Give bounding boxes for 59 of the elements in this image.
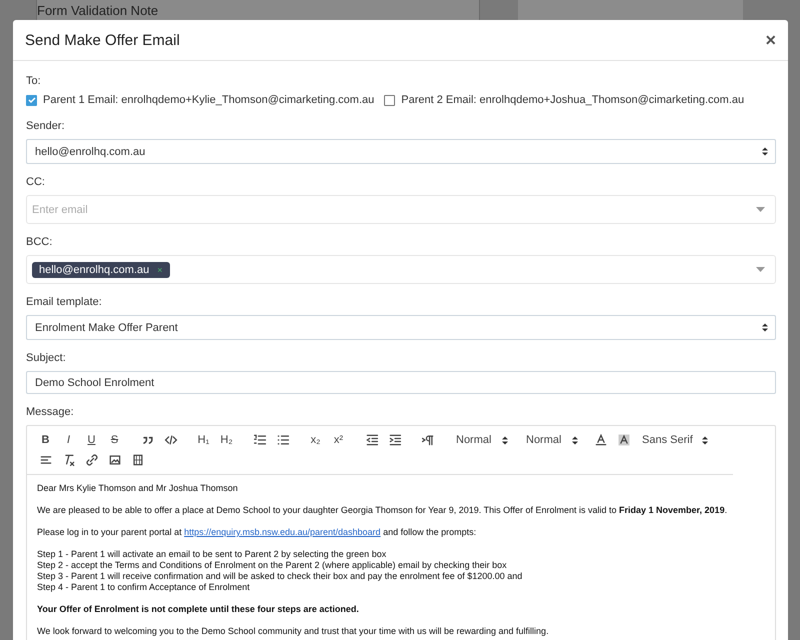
- format-button[interactable]: x₂: [305, 432, 326, 448]
- indent-icon[interactable]: [388, 433, 402, 447]
- field-label: Email template:: [26, 296, 103, 308]
- step-line: Step 3 - Parent 1 will receive confirmation and will be asked to check their box and pay the enrolment fee of $1200.00 and: [37, 571, 522, 581]
- dropdown-caret-icon[interactable]: [756, 207, 765, 212]
- close-button[interactable]: ×: [765, 30, 776, 50]
- sender-select[interactable]: hello@enrolhq.com.au: [26, 139, 776, 164]
- dropdown-caret-icon[interactable]: [756, 267, 765, 272]
- field-label: Sender:: [26, 120, 66, 132]
- message-paragraph: Your Offer of Enrolment is not complete until these four steps are actioned.: [37, 604, 360, 615]
- bullet-list-icon[interactable]: [276, 433, 290, 447]
- message-paragraph: Please log in to your parent portal at https://enquiry.msb.nsw.edu.au/parent/dashboard and follow the prompts:: [37, 527, 478, 538]
- highlight-icon[interactable]: [616, 433, 630, 447]
- message-editor[interactable]: [26, 425, 776, 640]
- format-button[interactable]: I: [58, 432, 79, 448]
- format-button[interactable]: x²: [328, 432, 349, 448]
- text-color-icon[interactable]: [594, 433, 608, 447]
- format-button[interactable]: H₂: [216, 432, 237, 448]
- recipient-label: Parent 2 Email: enrolhqdemo+Joshua_Thomson@cimarketing.com.au: [401, 94, 744, 106]
- up-down-caret-icon: [502, 436, 508, 444]
- field-label: CC:: [26, 176, 46, 188]
- message-paragraph: We look forward to welcoming you to the Demo School community and trust that your time with us will be rewarding and fulfilling.: [37, 626, 550, 637]
- message-paragraph: We are pleased to be able to offer a place at Demo School to your daughter Georgia Thomson for Year 9, 2019. This Offer of Enrolment is valid to Friday 1 November, 2019.: [37, 505, 728, 516]
- checkbox[interactable]: [26, 94, 37, 106]
- format-picker[interactable]: Normal: [450, 432, 514, 448]
- numbered-list-icon[interactable]: [252, 433, 266, 447]
- field-label: Message:: [26, 406, 75, 418]
- up-down-caret-icon: [762, 147, 768, 156]
- format-button[interactable]: S: [104, 432, 125, 448]
- step-line: Step 1 - Parent 1 will activate an email to be sent to Parent 2 by selecting the green box: [37, 549, 386, 559]
- checkbox[interactable]: [384, 94, 396, 106]
- field-label: BCC:: [26, 236, 54, 248]
- up-down-caret-icon: [762, 323, 768, 332]
- step-line: Step 2 - accept the Terms and Conditions of Enrolment on the Parent 2 (where applicable) email by checking their box: [37, 560, 507, 570]
- outdent-icon[interactable]: [364, 433, 378, 447]
- format-button[interactable]: H₁: [193, 432, 214, 448]
- step-line: Step 4 - Parent 1 to confirm Acceptance of Enrolment: [37, 582, 250, 592]
- background-heading: Form Validation Note: [37, 3, 158, 18]
- format-button[interactable]: U: [81, 432, 102, 448]
- image-icon[interactable]: [108, 453, 122, 467]
- subject-field[interactable]: Demo School Enrolment: [26, 371, 776, 394]
- recipient-label: Parent 1 Email: enrolhqdemo+Kylie_Thomson@cimarketing.com.au: [43, 94, 374, 106]
- template-select[interactable]: Enrolment Make Offer Parent: [26, 315, 776, 340]
- paragraph-direction-icon[interactable]: [420, 433, 434, 447]
- message-paragraph: Dear Mrs Kylie Thomson and Mr Joshua Thomson: [37, 483, 239, 494]
- dialog-title: Send Make Offer Email: [25, 32, 180, 48]
- bcc-field[interactable]: hello@enrolhq.com.au ×: [26, 255, 776, 284]
- format-picker[interactable]: Sans Serif: [636, 432, 714, 448]
- field-label: To:: [26, 75, 42, 87]
- format-picker[interactable]: Normal: [520, 432, 584, 448]
- film-icon[interactable]: [130, 453, 144, 467]
- up-down-caret-icon: [702, 436, 708, 444]
- up-down-caret-icon: [572, 436, 578, 444]
- email-tag: hello@enrolhq.com.au ×: [32, 262, 170, 278]
- code-icon[interactable]: [164, 433, 178, 447]
- format-button[interactable]: B: [35, 432, 56, 448]
- portal-link[interactable]: https://enquiry.msb.nsw.edu.au/parent/dashboard: [184, 527, 381, 537]
- field-label: Subject:: [26, 352, 67, 364]
- link-icon[interactable]: [84, 453, 98, 467]
